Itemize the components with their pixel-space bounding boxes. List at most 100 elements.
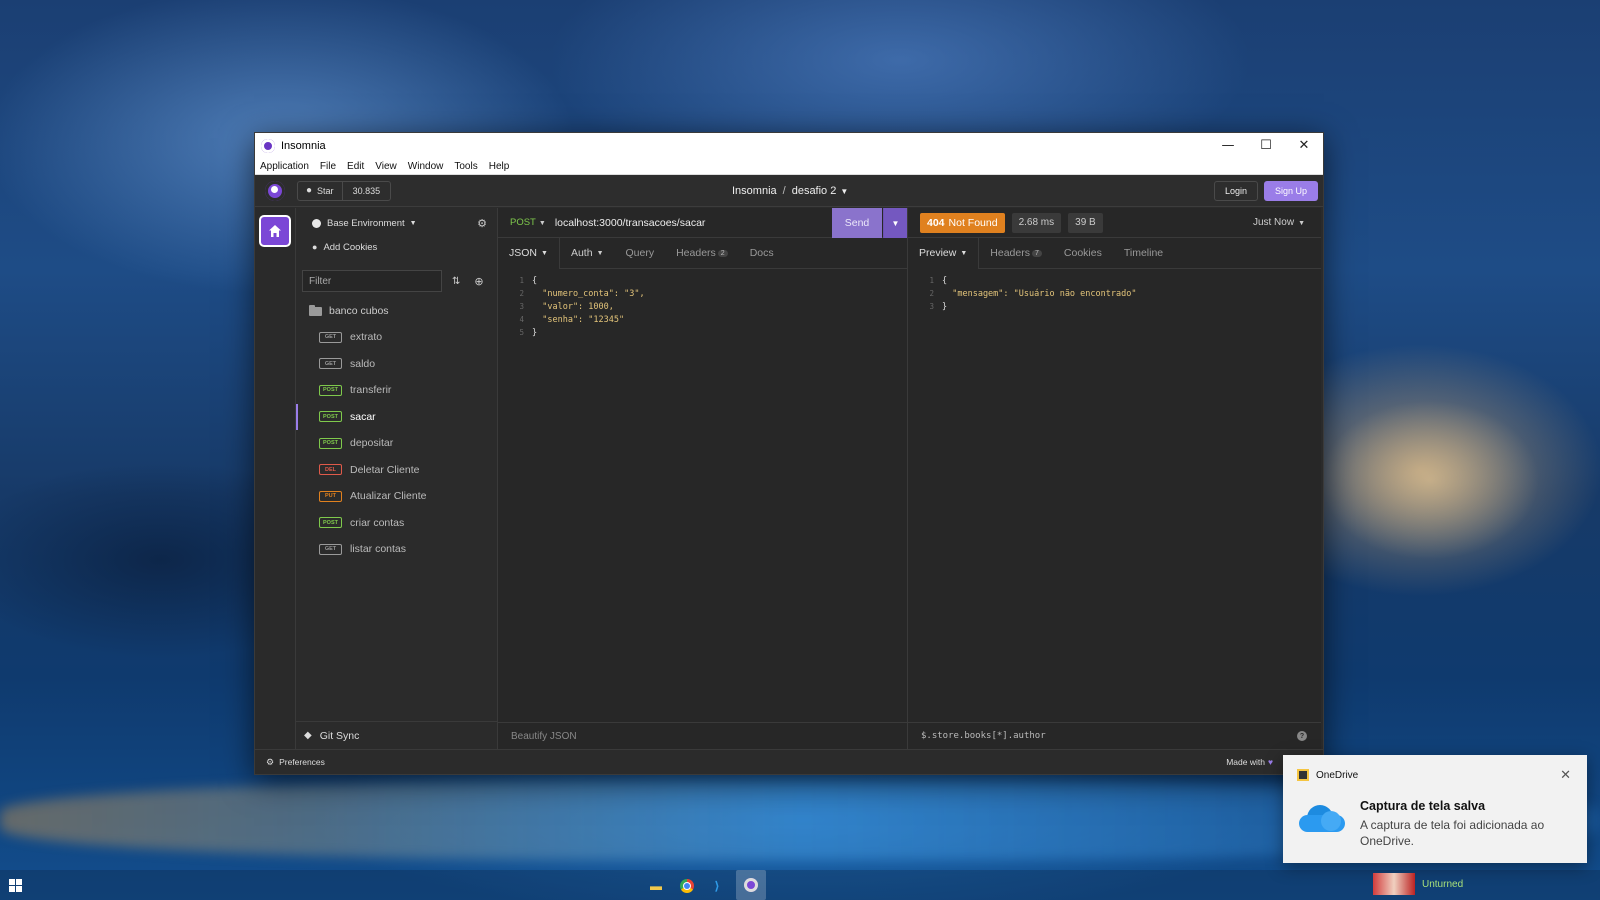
chevron-down-icon: ▼	[960, 249, 968, 257]
tab-label: Headers	[990, 247, 1030, 259]
tab-headers[interactable]: Headers 2	[665, 238, 739, 269]
chevron-down-icon: ▼	[891, 218, 900, 228]
menu-window[interactable]: Window	[408, 161, 444, 172]
request-item-extrato[interactable]: GET extrato	[296, 324, 497, 351]
star-count[interactable]: 30.835	[343, 182, 391, 200]
nav-rail	[255, 208, 296, 749]
request-body-editor[interactable]: 1{ 2 "numero_conta": "3", 3 "valor": 100…	[498, 269, 907, 339]
add-cookies-label: Add Cookies	[323, 241, 378, 253]
menu-tools[interactable]: Tools	[454, 161, 477, 172]
chrome-icon[interactable]	[676, 875, 698, 897]
request-item-atualizar-cliente[interactable]: PUT Atualizar Cliente	[296, 483, 497, 510]
add-icon[interactable]: ⊕	[474, 275, 483, 288]
request-item-label: listar contas	[350, 543, 407, 556]
method-selector[interactable]: POST ▼	[510, 217, 546, 228]
tab-docs[interactable]: Docs	[739, 238, 785, 269]
maximize-button[interactable]: ☐	[1247, 133, 1285, 158]
github-icon: ●	[306, 185, 313, 196]
menu-file[interactable]: File	[320, 161, 336, 172]
windows-start-icon[interactable]	[9, 879, 22, 892]
response-body-viewer[interactable]: 1 { 2 "mensagem": "Usuário não encontrado…	[908, 269, 1321, 313]
breadcrumb-current[interactable]: desafio 2	[792, 185, 837, 197]
beautify-json-button[interactable]: Beautify JSON	[498, 722, 907, 749]
request-item-sacar[interactable]: POST sacar	[296, 403, 497, 431]
tab-timeline[interactable]: Timeline	[1113, 238, 1174, 269]
breadcrumb-root[interactable]: Insomnia	[732, 185, 777, 197]
tab-json[interactable]: JSON ▼	[498, 237, 560, 269]
menu-help[interactable]: Help	[489, 161, 510, 172]
request-item-deletar-cliente[interactable]: DEL Deletar Cliente	[296, 457, 497, 484]
url-input[interactable]: localhost:3000/transacoes/sacar	[555, 217, 706, 229]
filter-input[interactable]	[302, 270, 442, 292]
close-button[interactable]: ✕	[1285, 133, 1323, 158]
sign-up-button[interactable]: Sign Up	[1263, 181, 1318, 201]
onedrive-notification[interactable]: OneDrive ✕ Captura de tela salva A captu…	[1283, 755, 1587, 863]
menu-application[interactable]: Application	[260, 161, 309, 172]
tab-auth[interactable]: Auth ▼	[560, 238, 615, 269]
line-number: 1	[519, 276, 524, 285]
menu-edit[interactable]: Edit	[347, 161, 364, 172]
menu-view[interactable]: View	[375, 161, 397, 172]
request-item-label: extrato	[350, 331, 383, 344]
response-timestamp: Just Now	[1252, 217, 1295, 228]
send-button[interactable]: Send	[832, 208, 882, 238]
tab-response-headers[interactable]: Headers 7	[979, 238, 1053, 269]
help-icon[interactable]: ?	[1297, 731, 1307, 741]
request-item-saldo[interactable]: GET saldo	[296, 351, 497, 378]
tab-query[interactable]: Query	[615, 238, 666, 269]
folder-icon	[309, 304, 322, 316]
code-text: "mensagem": "Usuário não encontrado"	[942, 288, 1137, 299]
vscode-icon[interactable]: ⟩	[706, 875, 728, 897]
tab-label: JSON	[509, 247, 538, 259]
status-bar: ⚙ Preferences Made with ♥	[255, 749, 1323, 774]
star-label: Star	[317, 185, 334, 196]
close-icon[interactable]: ✕	[1560, 767, 1571, 783]
chevron-down-icon[interactable]: ▼	[840, 187, 848, 196]
login-button[interactable]: Login	[1213, 181, 1258, 201]
cloud-icon	[1299, 805, 1345, 833]
code-text: }	[532, 327, 538, 338]
request-item-transferir[interactable]: POST transferir	[296, 377, 497, 404]
environment-selector[interactable]: Base Environment ▼ ⚙	[296, 210, 497, 236]
app-header: ● Star 30.835 Insomnia / desafio 2 ▼ Log…	[255, 175, 1323, 207]
line-number: 1	[929, 276, 934, 285]
made-with-link[interactable]: Made with ♥	[1226, 757, 1273, 767]
home-icon	[269, 225, 281, 237]
tab-label: Docs	[749, 247, 774, 259]
code-line: 3}	[908, 300, 1321, 313]
folder-banco-cubos[interactable]: banco cubos	[296, 298, 497, 324]
send-options-button[interactable]: ▼	[883, 208, 907, 238]
code-text: "numero_conta": "3",	[532, 288, 645, 299]
add-cookies-button[interactable]: ● Add Cookies	[296, 236, 497, 258]
git-sync-button[interactable]: ◆ Git Sync	[296, 721, 497, 749]
preferences-button[interactable]: ⚙ Preferences	[266, 757, 325, 768]
preferences-label: Preferences	[279, 757, 325, 767]
home-button[interactable]	[259, 215, 291, 247]
request-item-criar-contas[interactable]: POST criar contas	[296, 510, 497, 537]
minimize-button[interactable]: —	[1209, 133, 1247, 158]
github-star-button[interactable]: ● Star	[298, 181, 343, 200]
game-notification-tile[interactable]: Unturned	[1365, 870, 1600, 900]
file-explorer-icon[interactable]: ▬	[645, 875, 667, 897]
request-item-listar-contas[interactable]: GET listar contas	[296, 536, 497, 563]
code-line: 2 "mensagem": "Usuário não encontrado"	[908, 287, 1321, 300]
insomnia-taskbar-icon[interactable]	[736, 870, 766, 900]
request-tabs: JSON ▼ Auth ▼ Query Headers 2 Docs	[498, 237, 907, 269]
tab-cookies[interactable]: Cookies	[1053, 238, 1113, 269]
response-history-selector[interactable]: Just Now ▼	[1253, 217, 1305, 228]
url-bar: POST ▼ localhost:3000/transacoes/sacar Se…	[498, 208, 907, 238]
made-with-label: Made with	[1226, 757, 1265, 767]
request-item-depositar[interactable]: POST depositar	[296, 430, 497, 457]
tab-preview[interactable]: Preview ▼	[908, 237, 980, 269]
method-label: POST	[510, 217, 536, 228]
gear-icon[interactable]: ⚙	[477, 217, 487, 230]
window-title: Insomnia	[281, 139, 326, 152]
method-badge: GET	[319, 543, 342, 555]
response-size: 39 B	[1068, 212, 1103, 233]
insomnia-logo-icon[interactable]	[265, 180, 285, 201]
tab-label: Auth	[570, 247, 593, 259]
status-code: 404	[927, 216, 945, 229]
code-text: {	[942, 275, 948, 286]
response-filter-input[interactable]: $.store.books[*].author ?	[908, 722, 1321, 749]
sort-icon[interactable]: ⇅	[452, 276, 460, 287]
